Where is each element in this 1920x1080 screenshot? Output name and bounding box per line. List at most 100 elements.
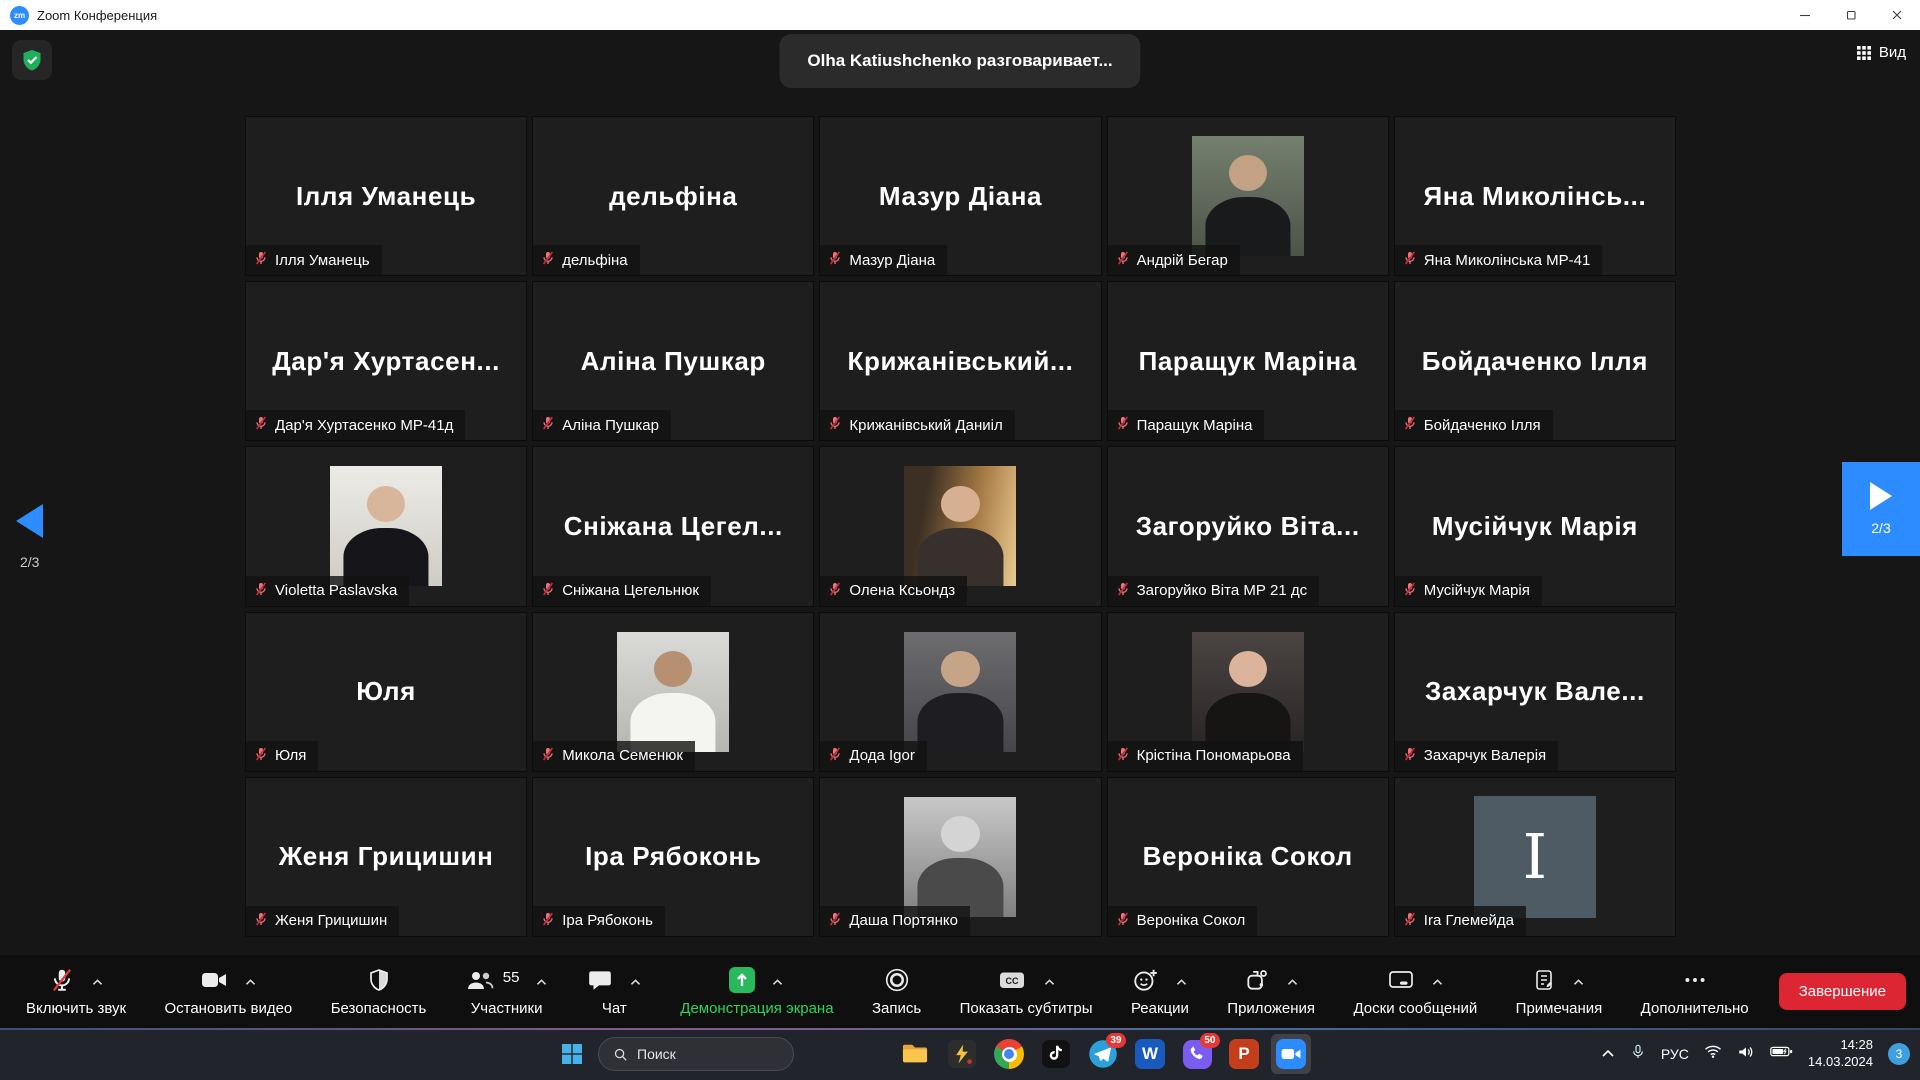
participant-name-label: Юля — [246, 741, 318, 771]
chrome-taskbar-icon[interactable] — [989, 1034, 1029, 1074]
taskbar-search[interactable]: Поиск — [598, 1037, 794, 1071]
participant-tile[interactable]: Дар'я Хуртасен... Дар'я Хуртасенко МР-41д — [245, 281, 527, 441]
participant-tile[interactable]: IIra Глемейда — [1394, 777, 1676, 937]
mic-muted-icon — [253, 581, 269, 601]
zoom-taskbar-icon[interactable] — [1271, 1034, 1311, 1074]
participant-label-text: Сніжана Цегельнюк — [562, 582, 699, 599]
notes-icon — [1532, 967, 1556, 997]
apps-icon — [1244, 967, 1270, 997]
toolbar-more-button[interactable]: Дополнительно — [1637, 965, 1753, 1019]
mic-muted-icon — [827, 250, 843, 270]
participant-tile[interactable]: Іра РябоконьІра Рябоконь — [532, 777, 814, 937]
toolbar-video-button[interactable]: Остановить видео — [160, 965, 296, 1019]
participant-tile[interactable]: Дода Igor — [819, 612, 1101, 772]
word-taskbar-icon[interactable]: W — [1130, 1034, 1170, 1074]
previous-page-arrow[interactable] — [16, 504, 43, 538]
chevron-up-icon[interactable] — [1043, 974, 1056, 991]
toolbar-apps-button[interactable]: Приложения — [1223, 965, 1319, 1019]
participant-name-label: Мазур Діана — [820, 245, 947, 275]
participant-name-label: Андрій Бегар — [1108, 245, 1240, 275]
language-indicator[interactable]: РУС — [1661, 1046, 1689, 1062]
participant-tile[interactable]: Олена Ксьондз — [819, 446, 1101, 606]
participant-tile[interactable]: Яна Миколінсь...Яна Миколінська МР-41 — [1394, 116, 1676, 276]
participant-tile[interactable]: дельфінадельфіна — [532, 116, 814, 276]
participant-label-text: Аліна Пушкар — [562, 417, 659, 434]
chevron-up-icon[interactable] — [244, 974, 257, 991]
chevron-up-icon[interactable] — [771, 974, 784, 991]
participant-tile[interactable]: Даша Портянко — [819, 777, 1101, 937]
tray-chevron-icon[interactable] — [1601, 1045, 1615, 1063]
toolbar-chat-button[interactable]: Чат — [583, 965, 646, 1019]
participant-label-text: Дар'я Хуртасенко МР-41д — [275, 417, 453, 434]
toolbar-items: Включить звук Остановить видео Безопасност… — [22, 965, 1753, 1019]
participant-name-label: Крижанівський Даниіл — [820, 410, 1014, 440]
clock[interactable]: 14:28 14.03.2024 — [1808, 1037, 1873, 1071]
participant-tile[interactable]: Мусійчук МаріяМусійчук Марія — [1394, 446, 1676, 606]
participant-tile[interactable]: Крістіна Пономарьова — [1107, 612, 1389, 772]
toolbar-notes-button[interactable]: Примечания — [1512, 965, 1607, 1019]
tiktok-taskbar-icon[interactable] — [1036, 1034, 1076, 1074]
participant-tile[interactable]: Крижанівський...Крижанівський Даниіл — [819, 281, 1101, 441]
utility-app-taskbar-icon[interactable] — [942, 1034, 982, 1074]
explorer-folder-taskbar-icon[interactable] — [895, 1034, 935, 1074]
volume-icon[interactable] — [1737, 1044, 1755, 1065]
wifi-icon[interactable] — [1704, 1044, 1722, 1064]
participant-tile[interactable]: Вероніка СоколВероніка Сокол — [1107, 777, 1389, 937]
tray-mic-icon[interactable] — [1630, 1043, 1646, 1066]
toolbar-reactions-button[interactable]: Реакции — [1127, 965, 1193, 1019]
mic-muted-icon — [1115, 581, 1131, 601]
participant-tile[interactable]: Бойдаченко ІлляБойдаченко Ілля — [1394, 281, 1676, 441]
security-shield-button[interactable] — [12, 40, 52, 80]
minimize-button[interactable] — [1782, 0, 1828, 30]
chevron-up-icon[interactable] — [1572, 974, 1585, 991]
notification-count-badge[interactable]: 3 — [1888, 1043, 1910, 1065]
chevron-up-icon[interactable] — [91, 974, 104, 991]
chevron-up-icon[interactable] — [1431, 974, 1444, 991]
chevron-up-icon[interactable] — [1175, 974, 1188, 991]
participant-video — [904, 632, 1016, 752]
mic-muted-icon — [540, 581, 556, 601]
toolbar-whiteboard-button[interactable]: Доски сообщений — [1349, 965, 1481, 1019]
toolbar-share-screen-button[interactable]: Демонстрация экрана — [676, 965, 837, 1019]
toolbar-participants-button[interactable]: 55Участники — [461, 965, 553, 1019]
chevron-up-icon[interactable] — [1286, 974, 1299, 991]
next-page-control[interactable]: 2/3 — [1842, 462, 1920, 556]
participant-name-label: дельфіна — [533, 245, 639, 275]
end-meeting-button[interactable]: Завершение — [1779, 973, 1906, 1010]
meeting-stage: Olha Katiushchenko разговаривает... Вид … — [0, 30, 1920, 955]
participant-tile[interactable]: Аліна ПушкарАліна Пушкар — [532, 281, 814, 441]
participant-tile[interactable]: ЮляЮля — [245, 612, 527, 772]
participant-tile[interactable]: Ілля УманецьІлля Уманець — [245, 116, 527, 276]
participant-tile[interactable]: Violetta Paslavska — [245, 446, 527, 606]
meeting-toolbar: Включить звук Остановить видео Безопасност… — [0, 955, 1920, 1028]
chevron-up-icon[interactable] — [535, 974, 548, 991]
participant-tile[interactable]: Женя ГрицишинЖеня Грицишин — [245, 777, 527, 937]
battery-icon[interactable] — [1770, 1044, 1793, 1064]
zoom-app-icon: zm — [10, 6, 29, 25]
participant-tile[interactable]: Сніжана Цегел...Сніжана Цегельнюк — [532, 446, 814, 606]
grid-view-icon — [1856, 45, 1872, 61]
viber-taskbar-icon[interactable]: 50 — [1177, 1034, 1217, 1074]
participant-tile[interactable]: Мазур ДіанаМазур Діана — [819, 116, 1101, 276]
start-button[interactable] — [560, 1042, 584, 1066]
participant-display-name: Паращук Маріна — [1131, 346, 1365, 377]
close-button[interactable] — [1874, 0, 1920, 30]
toolbar-mic-muted-button[interactable]: Включить звук — [22, 965, 130, 1019]
participant-tile[interactable]: Захарчук Вале...Захарчук Валерія — [1394, 612, 1676, 772]
participant-tile[interactable]: Андрій Бегар — [1107, 116, 1389, 276]
toolbar-record-button[interactable]: Запись — [868, 965, 925, 1019]
reactions-icon — [1132, 967, 1159, 997]
mic-muted-icon — [1402, 746, 1418, 766]
toolbar-shield-button[interactable]: Безопасность — [327, 965, 431, 1019]
maximize-button[interactable] — [1828, 0, 1874, 30]
participant-tile[interactable]: Микола Семенюк — [532, 612, 814, 772]
powerpoint-taskbar-icon[interactable]: P — [1224, 1034, 1264, 1074]
participant-tile[interactable]: Паращук МарінаПаращук Маріна — [1107, 281, 1389, 441]
chevron-up-icon[interactable] — [629, 974, 642, 991]
toolbar-cc-button[interactable]: CCПоказать субтитры — [956, 965, 1097, 1019]
view-button[interactable]: Вид — [1856, 44, 1906, 61]
participant-name-label: Сніжана Цегельнюк — [533, 576, 711, 606]
participant-tile[interactable]: Загоруйко Віта...Загоруйко Віта МР 21 дс — [1107, 446, 1389, 606]
telegram-taskbar-icon[interactable]: 39 — [1083, 1034, 1123, 1074]
participant-display-name: Дар'я Хуртасен... — [264, 346, 508, 377]
